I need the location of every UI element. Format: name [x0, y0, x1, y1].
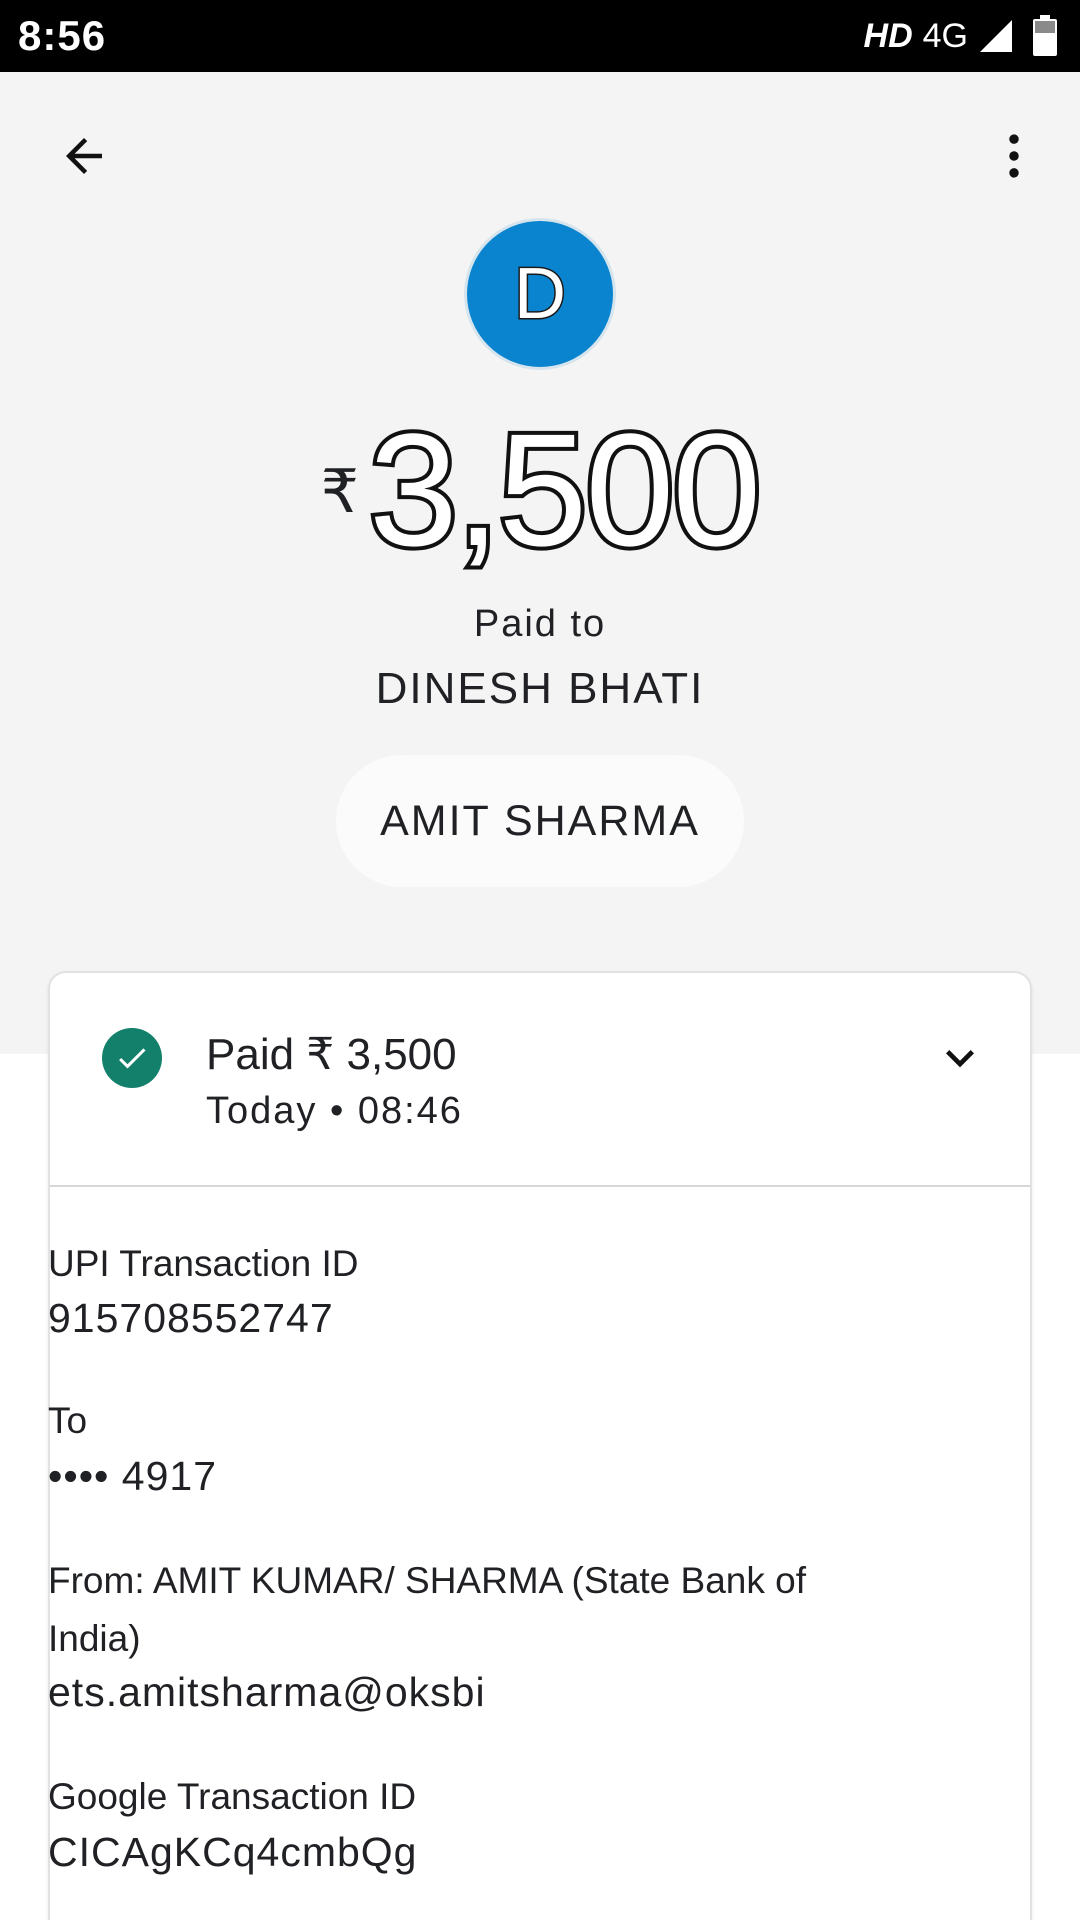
status-icons: HD 4G	[864, 14, 1058, 58]
arrow-left-icon	[66, 138, 102, 174]
amount-value: 3,500	[365, 400, 765, 579]
to-label: To	[48, 1400, 88, 1441]
payment-details-screen: 8:56 HD 4G D ₹ 3,500 Paid to DINESH BHAT…	[0, 0, 1080, 1920]
sender-chip[interactable]: AMIT SHARMA	[336, 755, 744, 887]
signal-icon	[980, 20, 1012, 52]
currency-symbol: ₹	[320, 458, 359, 525]
payment-time-text: Today • 08:46	[206, 1090, 463, 1132]
paid-to-label: Paid to	[473, 603, 607, 645]
google-transaction-id-label: Google Transaction ID	[48, 1776, 417, 1817]
checkmark-icon	[119, 1048, 146, 1069]
hd-label: HD	[863, 16, 913, 55]
status-bar: 8:56 HD 4G	[0, 0, 1080, 72]
payment-status-text: Paid ₹ 3,500	[206, 1030, 457, 1079]
from-vpa-value: ets.amitsharma@oksbi	[48, 1669, 486, 1715]
check-circle-icon	[102, 1028, 162, 1088]
battery-icon	[1033, 15, 1057, 56]
to-account-value: •••• 4917	[48, 1453, 218, 1499]
more-vert-icon	[1009, 134, 1019, 178]
card-divider	[50, 1185, 1030, 1187]
more-options-button[interactable]	[974, 116, 1054, 196]
chevron-down-icon	[946, 1050, 974, 1068]
avatar-letter: D	[513, 253, 568, 336]
network-type-label: 4G	[922, 16, 968, 55]
back-button[interactable]	[44, 116, 124, 196]
upi-transaction-id-label: UPI Transaction ID	[48, 1243, 359, 1284]
amount-display: ₹ 3,500	[0, 400, 1080, 579]
google-transaction-id-value: CICAgKCq4cmbQg	[48, 1829, 418, 1875]
expand-details-button[interactable]	[920, 1018, 1000, 1098]
from-account-text: From: AMIT KUMAR/ SHARMA (State Bank of …	[48, 1560, 807, 1659]
status-time: 8:56	[18, 12, 107, 59]
payee-name: DINESH BHATI	[375, 664, 705, 713]
avatar: D	[464, 218, 616, 370]
upi-transaction-id-value: 915708552747	[48, 1295, 334, 1341]
